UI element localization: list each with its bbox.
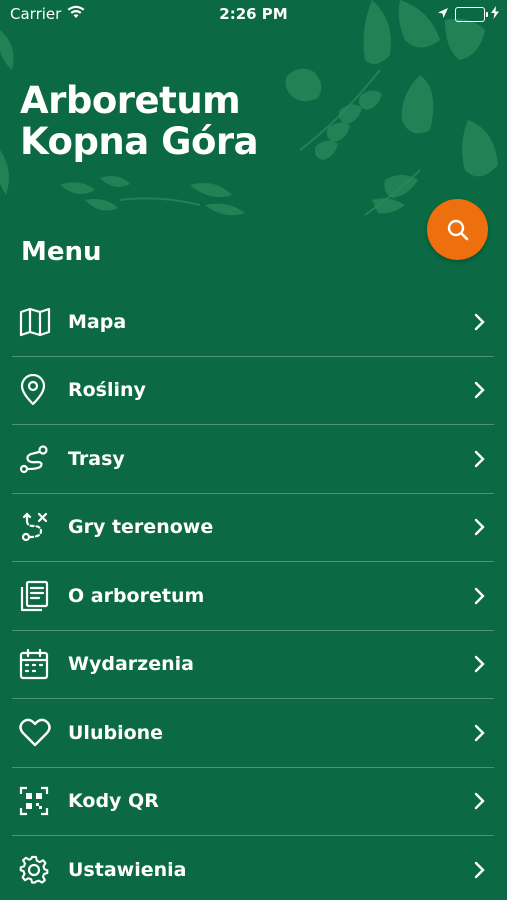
chevron-right-icon bbox=[470, 654, 490, 674]
menu-item-label: Rośliny bbox=[68, 379, 146, 402]
app-screen: Carrier 2:26 PM Arboretum Kopna Góra Men… bbox=[0, 0, 507, 900]
route-icon bbox=[12, 443, 58, 475]
charging-bolt-icon bbox=[491, 5, 499, 23]
menu-item-kody-qr[interactable]: Kody QR bbox=[12, 768, 494, 836]
menu-item-label: Kody QR bbox=[68, 790, 159, 813]
menu-heading: Menu bbox=[21, 237, 102, 267]
heart-icon bbox=[12, 717, 58, 749]
gear-icon bbox=[12, 854, 58, 886]
chevron-right-icon bbox=[470, 312, 490, 332]
menu-item-mapa[interactable]: Mapa bbox=[12, 288, 494, 357]
location-pin-icon bbox=[12, 374, 58, 406]
app-title-line2: Kopna Góra bbox=[20, 120, 259, 163]
menu-item-ustawienia[interactable]: Ustawienia bbox=[12, 836, 494, 900]
search-button[interactable] bbox=[427, 199, 488, 260]
menu-item-label: Mapa bbox=[68, 310, 127, 333]
chevron-right-icon bbox=[470, 380, 490, 400]
menu-item-rosliny[interactable]: Rośliny bbox=[12, 357, 494, 425]
battery-icon bbox=[455, 6, 488, 22]
menu-item-label: Gry terenowe bbox=[68, 516, 214, 539]
field-game-icon bbox=[12, 511, 58, 543]
chevron-right-icon bbox=[470, 723, 490, 743]
qr-code-icon bbox=[12, 785, 58, 817]
location-arrow-icon bbox=[437, 5, 449, 23]
status-bar: Carrier 2:26 PM bbox=[0, 0, 507, 28]
menu-item-gry-terenowe[interactable]: Gry terenowe bbox=[12, 494, 494, 562]
menu-item-label: O arboretum bbox=[68, 584, 205, 607]
status-right bbox=[437, 5, 499, 23]
menu-item-label: Ulubione bbox=[68, 721, 164, 744]
calendar-icon bbox=[12, 648, 58, 680]
menu-list: Mapa Rośliny Trasy Gry terenowe O arbore… bbox=[12, 288, 494, 900]
menu-item-label: Wydarzenia bbox=[68, 653, 194, 676]
chevron-right-icon bbox=[470, 449, 490, 469]
menu-item-wydarzenia[interactable]: Wydarzenia bbox=[12, 631, 494, 699]
menu-item-o-arboretum[interactable]: O arboretum bbox=[12, 562, 494, 631]
menu-item-trasy[interactable]: Trasy bbox=[12, 425, 494, 494]
app-title-line1: Arboretum bbox=[20, 79, 241, 122]
menu-item-ulubione[interactable]: Ulubione bbox=[12, 699, 494, 768]
menu-item-label: Ustawienia bbox=[68, 859, 187, 882]
map-icon bbox=[12, 306, 58, 338]
menu-item-label: Trasy bbox=[68, 447, 125, 470]
status-time: 2:26 PM bbox=[219, 5, 288, 23]
document-icon bbox=[12, 580, 58, 612]
chevron-right-icon bbox=[470, 586, 490, 606]
search-icon bbox=[447, 219, 468, 240]
chevron-right-icon bbox=[470, 860, 490, 880]
chevron-right-icon bbox=[470, 791, 490, 811]
chevron-right-icon bbox=[470, 517, 490, 537]
app-title: Arboretum Kopna Góra bbox=[20, 79, 259, 163]
